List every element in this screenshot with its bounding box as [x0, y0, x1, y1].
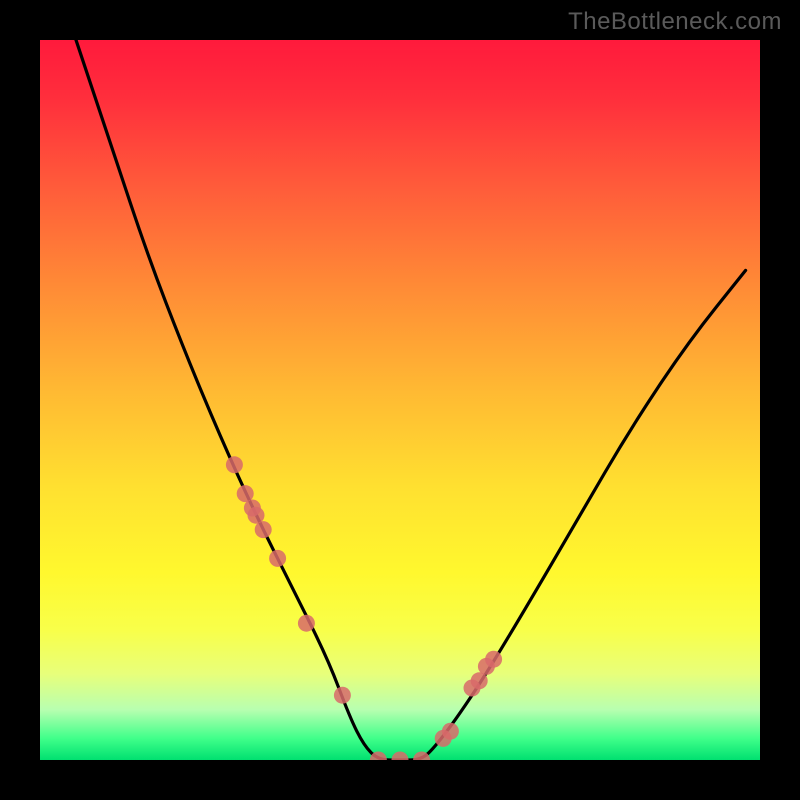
marker-dot	[237, 485, 254, 502]
marker-dot	[298, 615, 315, 632]
marker-dot	[442, 723, 459, 740]
watermark-label: TheBottleneck.com	[568, 8, 782, 36]
chart-frame: TheBottleneck.com	[0, 0, 800, 800]
bottleneck-curve-svg	[40, 40, 760, 760]
marker-dot	[248, 507, 265, 524]
marker-dot	[485, 651, 502, 668]
bottleneck-curve-line	[76, 40, 746, 760]
plot-area	[40, 40, 760, 760]
marker-dot	[269, 550, 286, 567]
marker-dot	[226, 456, 243, 473]
marker-dot	[334, 687, 351, 704]
marker-dot	[471, 672, 488, 689]
marker-dot	[392, 752, 409, 761]
marker-dot	[255, 521, 272, 538]
